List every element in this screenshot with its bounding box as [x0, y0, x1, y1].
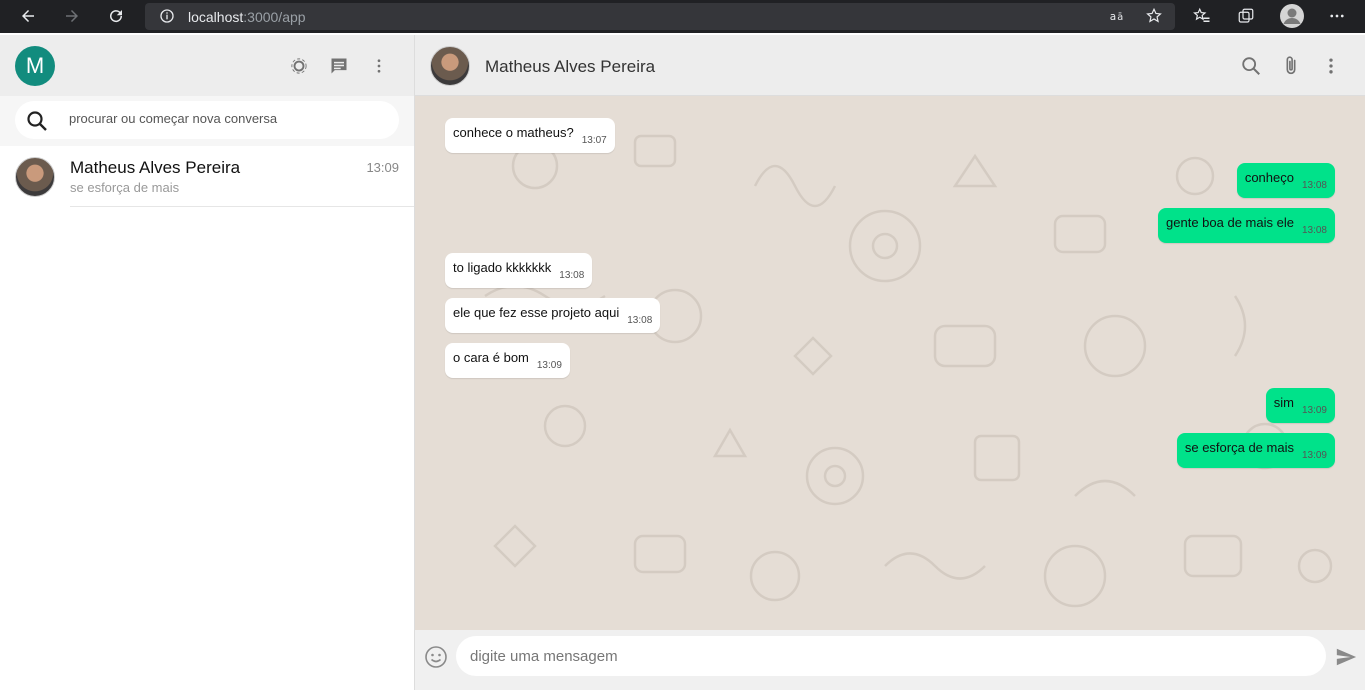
- chat-menu-icon[interactable]: [1319, 54, 1343, 78]
- browser-toolbar: localhost:3000/app aā: [0, 0, 1365, 33]
- svg-text:a: a: [1110, 11, 1116, 23]
- add-favorite-icon[interactable]: [1143, 5, 1165, 27]
- url-text: localhost:3000/app: [188, 9, 306, 25]
- collections-icon[interactable]: [1235, 5, 1257, 27]
- message-area[interactable]: conhece o matheus?13:07 conheço13:08 gente…: [415, 96, 1365, 630]
- message-time: 13:09: [536, 360, 562, 371]
- outgoing-message[interactable]: sim 13:09: [1265, 388, 1335, 423]
- outgoing-message[interactable]: se esforça de mais 13:09: [1176, 433, 1335, 468]
- address-bar[interactable]: localhost:3000/app: [145, 3, 1175, 30]
- back-button[interactable]: [17, 5, 39, 27]
- url-host: localhost: [188, 9, 244, 25]
- contact-avatar: [15, 157, 55, 197]
- chat-item-preview: se esforça de mais: [70, 180, 180, 195]
- profile-icon[interactable]: [1280, 4, 1304, 28]
- message-time: 13:09: [1301, 450, 1327, 461]
- user-avatar[interactable]: M: [15, 46, 55, 86]
- browser-menu-icon[interactable]: [1326, 5, 1348, 27]
- search-box[interactable]: [15, 101, 399, 139]
- send-icon: [1336, 648, 1357, 666]
- sidebar: M Matheus Alves Pereira 13:09 se esforça: [0, 35, 415, 690]
- chat-app: M Matheus Alves Pereira 13:09 se esforça: [0, 35, 1365, 690]
- message-text: o cara é bom: [453, 350, 529, 365]
- message-text: conheço: [1244, 170, 1294, 185]
- message-time: 13:08: [627, 315, 653, 326]
- sidebar-header: M: [0, 35, 414, 96]
- incoming-message[interactable]: to ligado kkkkkkk 13:08: [445, 253, 593, 288]
- outgoing-message[interactable]: conheço 13:08: [1236, 163, 1335, 198]
- chat-panel: Matheus Alves Pereira conhece o matheus?…: [415, 35, 1365, 690]
- emoji-button[interactable]: [423, 644, 449, 670]
- message-text: to ligado kkkkkkk: [453, 260, 552, 275]
- send-button[interactable]: [1334, 645, 1358, 669]
- status-icon[interactable]: [288, 55, 310, 77]
- contact-name[interactable]: Matheus Alves Pereira: [485, 57, 655, 77]
- message-text: ele que fez esse projeto aqui: [453, 305, 620, 320]
- incoming-message[interactable]: ele que fez esse projeto aqui 13:08: [445, 298, 661, 333]
- reload-button[interactable]: [105, 5, 127, 27]
- back-arrow-icon: [22, 10, 34, 22]
- chat-item-time: 13:09: [366, 160, 399, 175]
- chat-item-name: Matheus Alves Pereira: [70, 158, 241, 177]
- sidebar-menu-icon[interactable]: [368, 55, 390, 77]
- composer: [415, 630, 1365, 690]
- chat-header: Matheus Alves Pereira: [415, 35, 1365, 96]
- message-time: 13:07: [581, 135, 607, 146]
- incoming-message[interactable]: conhece o matheus? 13:07: [445, 118, 615, 153]
- outgoing-message[interactable]: gente boa de mais ele 13:08: [1158, 208, 1335, 243]
- info-icon[interactable]: [159, 8, 175, 24]
- message-text: conhece o matheus?: [453, 125, 574, 140]
- message-time: 13:08: [1301, 180, 1327, 191]
- attach-icon[interactable]: [1279, 54, 1303, 78]
- message-text: sim: [1273, 395, 1294, 410]
- emoji-icon: [425, 646, 447, 668]
- message-text: gente boa de mais ele: [1166, 215, 1294, 230]
- svg-text:ā: ā: [1117, 12, 1123, 23]
- contact-avatar[interactable]: [430, 46, 470, 86]
- translate-icon[interactable]: aā: [1107, 5, 1129, 27]
- url-path: :3000/app: [243, 9, 306, 25]
- new-chat-icon[interactable]: [328, 55, 350, 77]
- forward-arrow-icon: [66, 10, 78, 22]
- search-area: [0, 96, 414, 146]
- reload-icon: [110, 10, 123, 23]
- search-icon: [27, 111, 47, 131]
- message-text: se esforça de mais: [1184, 440, 1294, 455]
- chat-list-item[interactable]: Matheus Alves Pereira 13:09 se esforça d…: [0, 146, 414, 207]
- incoming-message[interactable]: o cara é bom 13:09: [445, 343, 570, 378]
- message-time: 13:09: [1301, 405, 1327, 416]
- forward-button[interactable]: [61, 5, 83, 27]
- search-icon[interactable]: [1239, 54, 1263, 78]
- favorites-icon[interactable]: [1191, 5, 1213, 27]
- message-time: 13:08: [559, 270, 585, 281]
- message-input[interactable]: [456, 636, 1326, 676]
- message-time: 13:08: [1301, 225, 1327, 236]
- search-input[interactable]: [69, 111, 389, 126]
